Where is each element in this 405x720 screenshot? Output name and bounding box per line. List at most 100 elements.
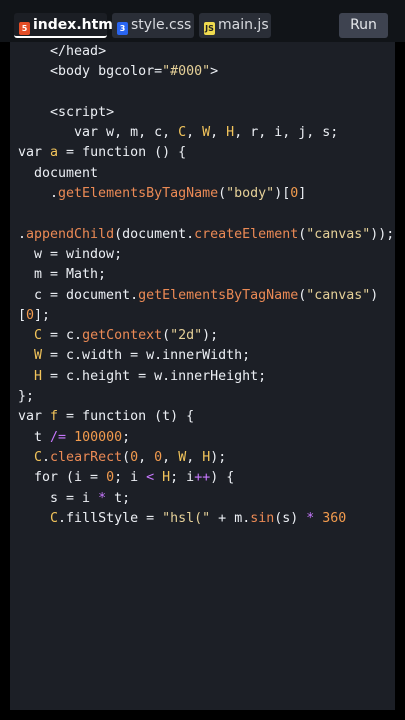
code-token: 360 [322,510,347,526]
code-token: "canvas" [306,287,371,303]
tab-main-js[interactable]: JS main.js [199,13,271,38]
code-token: var [18,145,51,161]
code-token: document [18,165,99,181]
code-token: , [138,449,155,465]
code-token: < [146,470,155,486]
code-token: 0 [26,307,35,323]
code-line: </head> [18,42,394,62]
code-line: C.fillStyle = "hsl(" + m.sin(s) * 360 [18,509,394,529]
code-token: , [186,449,203,465]
code-token: "body" [226,186,275,202]
code-line: var w, m, c, C, W, H, r, i, j, s; [18,123,394,143]
js-icon: JS [204,22,215,35]
code-token: var w, m, c, [18,125,179,141]
code-token: , r, i, j, s; [234,125,339,141]
code-token: H [226,125,235,141]
code-token: C [34,449,43,465]
tab-label: index.html [33,17,118,33]
code-token: t [18,429,51,445]
code-token: }; [18,389,35,405]
code-token: = [58,145,83,161]
code-token: . [18,186,59,202]
code-token: ]; [34,307,51,323]
code-token: (s) [274,510,307,526]
code-token: ); [202,328,219,344]
code-token: * [98,490,107,506]
code-token: s = i [18,490,99,506]
code-line: document [18,164,394,184]
code-token: getContext [82,328,163,344]
code-token: <script> [50,104,115,120]
code-token: function [82,409,147,425]
code-area[interactable]: </head> <body bgcolor="#000"> <script> v… [18,42,394,529]
code-token: 0 [154,449,163,465]
code-token: ; i [170,470,195,486]
code-line: .getElementsByTagName("body")[0] [18,184,394,204]
code-line: .appendChild(document.createElement("can… [18,225,394,245]
code-token: clearRect [50,449,123,465]
code-token: ( [218,186,227,202]
code-token: + m. [210,510,251,526]
code-token: for (i = [18,470,107,486]
tab-index-html[interactable]: 5 index.html [14,13,118,38]
code-line: }; [18,387,394,407]
editor-empty-area [10,604,395,710]
code-token: > [210,64,219,80]
code-editor[interactable]: </head> <body bgcolor="#000"> <script> v… [10,42,395,604]
code-token: /= [50,429,67,445]
code-token: ( [162,328,171,344]
code-token: 0 [130,449,139,465]
code-token: (document. [114,226,195,242]
code-token: = c. [42,328,83,344]
code-token: m = Math; [18,267,107,283]
code-token: ; [122,429,131,445]
code-token: f [50,409,59,425]
code-token: function [82,145,147,161]
code-token: getElementsByTagName [138,287,299,303]
code-line: for (i = 0; i < H; i++) { [18,468,394,488]
code-token: )); [370,226,395,242]
code-line: c = document.getElementsByTagName("canva… [18,286,394,306]
code-token: )[ [274,186,291,202]
code-token: () { [146,145,187,161]
code-line: <body bgcolor="#000"> [18,62,394,82]
code-token: . [42,449,51,465]
code-line: W = c.width = w.innerWidth; [18,346,394,366]
run-button[interactable]: Run [339,13,388,38]
code-line: [0]; [18,306,394,326]
code-token: getElementsByTagName [58,186,219,202]
code-line: m = Math; [18,265,394,285]
code-token: "2d" [170,328,203,344]
code-token: [ [18,307,27,323]
code-token: "#000" [162,64,211,80]
tab-label: style.css [131,17,192,33]
code-token: <body bgcolor= [50,64,163,80]
code-token: .fillStyle = [58,510,163,526]
code-token: createElement [194,226,299,242]
code-token: c = document. [18,287,139,303]
code-token: ); [210,449,227,465]
code-token: 100000 [74,429,123,445]
code-token: "canvas" [306,226,371,242]
code-token: H [162,470,171,486]
code-token: (t) { [146,409,195,425]
code-line: var a = function () { [18,143,394,163]
code-token: ] [298,186,307,202]
code-token: ( [122,449,131,465]
code-line: C = c.getContext("2d"); [18,326,394,346]
tab-style-css[interactable]: 3 style.css [112,13,194,38]
code-token: ) { [210,470,235,486]
code-token: = [58,409,83,425]
code-token: , [210,125,227,141]
code-token: a [50,145,59,161]
